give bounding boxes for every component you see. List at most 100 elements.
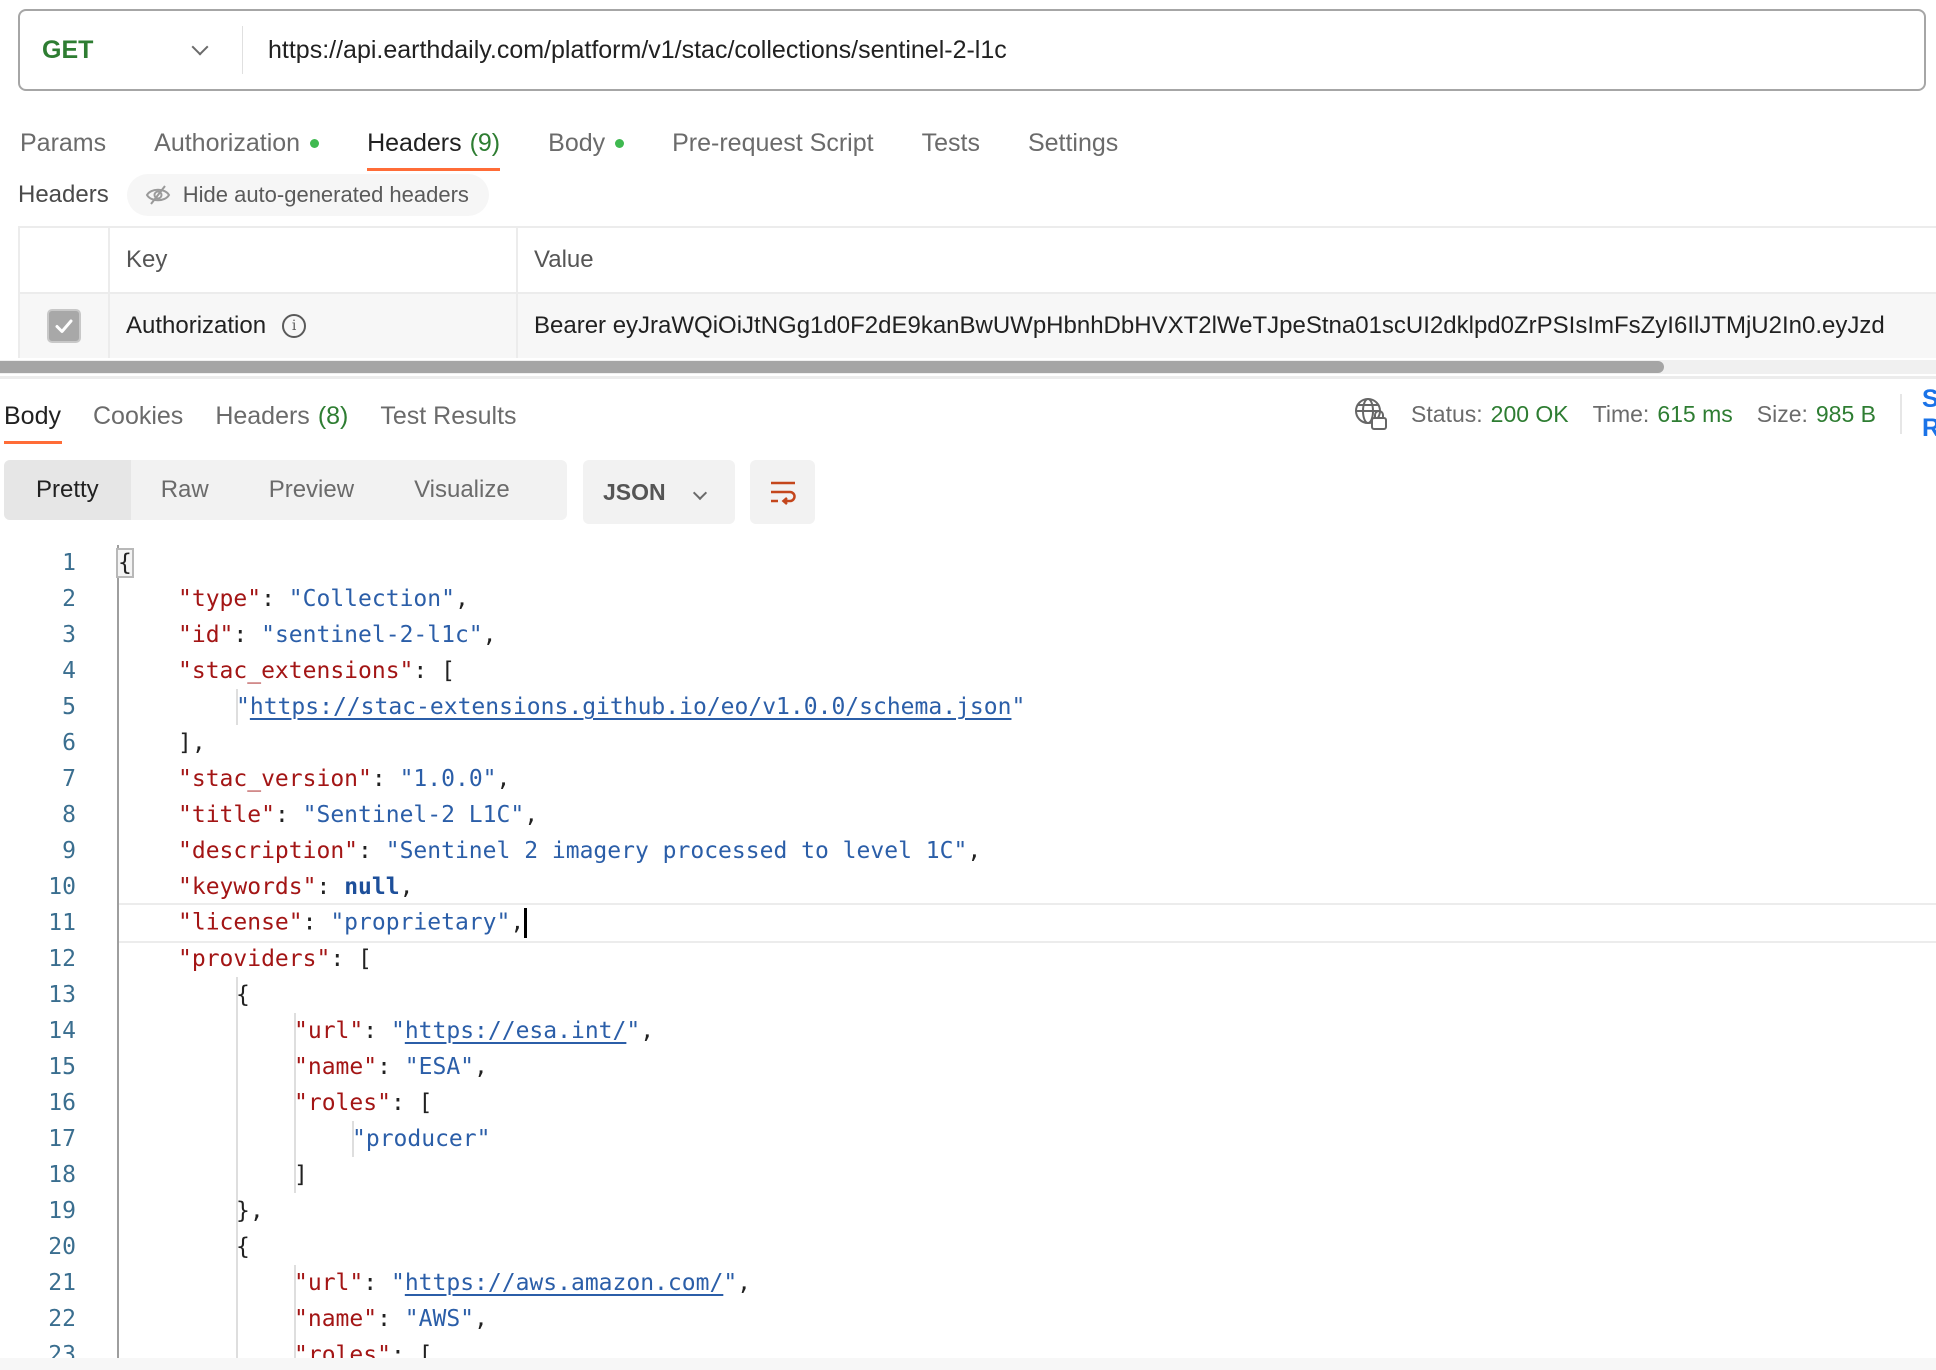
tab-test-results[interactable]: Test Results: [380, 388, 516, 444]
headers-label: Headers: [18, 181, 109, 208]
request-tabs: Params Authorization Headers (9) Body Pre…: [20, 115, 1166, 171]
table-row: Authorization i Bearer eyJraWQiOiJtNGg1d…: [20, 294, 1936, 358]
modified-dot-icon: [310, 138, 320, 148]
line-number: 3: [62, 622, 76, 648]
code-line: 12 "providers": [: [0, 941, 1936, 977]
code-line: 22 "name": "AWS",: [0, 1301, 1936, 1337]
code-text: "keywords": null,: [178, 874, 413, 900]
format-pretty[interactable]: Pretty: [4, 460, 131, 520]
method-select[interactable]: GET: [20, 11, 242, 89]
json-punct: : [: [390, 1090, 433, 1116]
code-line: 3 "id": "sentinel-2-l1c",: [0, 617, 1936, 653]
save-response-button[interactable]: Save Response: [1922, 385, 1936, 443]
response-body-editor[interactable]: 1{2 "type": "Collection", 3 "id": "sentinel…: [0, 545, 1936, 1370]
tab-authorization[interactable]: Authorization: [154, 115, 320, 171]
tab-params[interactable]: Params: [20, 115, 106, 171]
json-key: "description": [178, 838, 359, 864]
json-punct: :: [377, 1054, 405, 1080]
json-string: ": [236, 694, 250, 720]
size-value[interactable]: 985 B: [1816, 401, 1876, 428]
code-text: {: [236, 1234, 250, 1260]
json-string: "Sentinel-2 L1C": [302, 802, 525, 828]
info-icon[interactable]: i: [282, 314, 307, 338]
code-text: "url": "https://esa.int/",: [294, 1018, 654, 1044]
line-number: 11: [48, 910, 76, 936]
format-raw[interactable]: Raw: [131, 460, 239, 520]
code-line: 2 "type": "Collection",: [0, 581, 1936, 617]
format-preview[interactable]: Preview: [239, 460, 384, 520]
tab-label: Settings: [1027, 128, 1119, 157]
json-punct: ,: [967, 838, 982, 864]
header-value: Bearer eyJraWQiOiJtNGg1d0F2dE9kanBwUWpHb…: [534, 312, 1885, 339]
json-key: "url": [294, 1270, 364, 1296]
code-line: 5 "https://stac-extensions.github.io/eo/v…: [0, 689, 1936, 725]
json-string: "AWS": [404, 1306, 475, 1332]
tab-tests[interactable]: Tests: [922, 115, 980, 171]
json-key: "roles": [294, 1090, 391, 1116]
code-text: "license": "proprietary",: [178, 908, 528, 938]
globe-lock-icon[interactable]: [1353, 396, 1389, 432]
headers-toolbar: Headers Hide auto-generated headers: [18, 174, 489, 216]
hide-auto-generated-headers-button[interactable]: Hide auto-generated headers: [126, 174, 489, 216]
code-line: 13 {: [0, 977, 1936, 1013]
tab-body[interactable]: Body: [548, 115, 625, 171]
json-string: "1.0.0": [399, 766, 497, 792]
header-enabled-checkbox[interactable]: [47, 309, 81, 343]
code-line: 11 "license": "proprietary",: [0, 905, 1936, 941]
language-select[interactable]: JSON: [583, 460, 735, 524]
json-punct: ,: [399, 874, 414, 900]
json-punct: ,: [474, 1054, 488, 1080]
tab-label: Body: [548, 128, 606, 157]
tab-response-cookies[interactable]: Cookies: [93, 388, 183, 444]
json-punct: :: [358, 838, 386, 864]
url-input[interactable]: [243, 11, 1924, 89]
tab-response-body[interactable]: Body: [4, 388, 62, 444]
format-visualize[interactable]: Visualize: [384, 460, 540, 520]
code-line: 14 "url": "https://esa.int/",: [0, 1013, 1936, 1049]
wrap-lines-button[interactable]: [750, 460, 815, 524]
header-key: Authorization: [126, 312, 267, 339]
json-punct: :: [363, 1270, 391, 1296]
eye-off-icon: [145, 185, 170, 205]
indent-guide: [294, 1265, 296, 1370]
json-string: "ESA": [404, 1054, 475, 1080]
status-label: Status:: [1411, 400, 1483, 427]
header-key-cell[interactable]: Authorization i: [110, 294, 518, 358]
code-line: 19},: [0, 1193, 1936, 1229]
json-link[interactable]: https://esa.int/: [405, 1018, 627, 1044]
json-link[interactable]: https://stac-extensions.github.io/eo/v1.…: [250, 694, 1012, 720]
code-text: "description": "Sentinel 2 imagery proce…: [178, 838, 981, 864]
tab-pre-request-script[interactable]: Pre-request Script: [672, 115, 873, 171]
line-number: 9: [62, 838, 76, 864]
json-string: ": [390, 1270, 405, 1296]
json-punct: :: [316, 874, 345, 900]
json-punct: },: [236, 1198, 264, 1224]
headers-table: Key Value Authorization i Bearer eyJraWQ…: [18, 226, 1936, 358]
pane-splitter[interactable]: [0, 376, 1936, 379]
indent-guide: [294, 1013, 296, 1193]
horizontal-scrollbar-thumb[interactable]: [0, 361, 1664, 373]
response-tabs: Body Cookies Headers (8) Test Results: [4, 388, 549, 444]
header-value-cell[interactable]: Bearer eyJraWQiOiJtNGg1d0F2dE9kanBwUWpHb…: [518, 294, 1936, 358]
line-number: 7: [62, 766, 76, 792]
code-line: 4 "stac_extensions": [: [0, 653, 1936, 689]
tab-label: Tests: [921, 128, 980, 157]
language-label: JSON: [603, 478, 666, 505]
tab-response-headers[interactable]: Headers (8): [215, 388, 348, 444]
json-punct: :: [363, 1018, 391, 1044]
line-number: 18: [48, 1162, 76, 1188]
time-value[interactable]: 615 ms: [1657, 401, 1732, 428]
code-line: 8 "title": "Sentinel-2 L1C",: [0, 797, 1936, 833]
json-punct: :: [302, 909, 331, 936]
tab-settings[interactable]: Settings: [1028, 115, 1118, 171]
json-punct: ,: [524, 802, 539, 828]
tab-label: Authorization: [154, 128, 301, 157]
tab-label: Params: [20, 128, 107, 157]
json-punct: :: [371, 766, 400, 792]
json-string: ": [1011, 694, 1026, 720]
line-number: 14: [48, 1018, 76, 1044]
json-link[interactable]: https://aws.amazon.com/: [405, 1270, 724, 1296]
tab-headers[interactable]: Headers (9): [367, 115, 501, 171]
status-value[interactable]: 200 OK: [1491, 401, 1569, 428]
indent-guide: [236, 689, 238, 725]
